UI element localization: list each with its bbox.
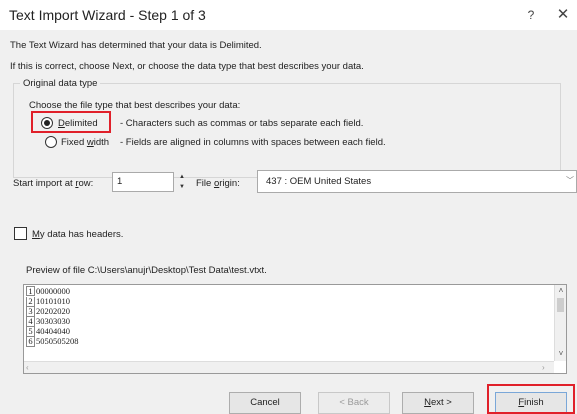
window-title: Text Import Wizard - Step 1 of 3 [9,7,206,23]
cancel-button[interactable]: Cancel [229,392,301,414]
preview-content: 1 00000000 2 10101010 3 20202020 4 30303030 … [26,286,551,360]
preview-row: 6 5050505208 [26,336,79,347]
close-button[interactable]: ✕ [552,5,574,25]
title-bar: Text Import Wizard - Step 1 of 3 ? ✕ [0,0,577,30]
instruction-message: If this is correct, choose Next, or choo… [10,61,364,72]
back-button[interactable]: < Back [318,392,390,414]
preview-row: 5 40404040 [26,326,70,337]
headers-checkbox[interactable] [14,227,27,240]
start-import-label: Start import at row: [13,178,93,189]
file-preview[interactable]: 1 00000000 2 10101010 3 20202020 4 30303030 … [23,284,567,374]
file-origin-select[interactable]: 437 : OEM United States [257,170,577,193]
row-value: 40404040 [36,326,70,336]
scroll-thumb[interactable] [557,298,564,312]
file-origin-label-lead: File [196,178,214,189]
row-value: 00000000 [36,286,70,296]
help-button[interactable]: ? [521,6,541,24]
headers-mnemonic: M [32,229,40,240]
file-type-prompt: Choose the file type that best describes… [29,100,241,111]
finish-highlight-box [487,384,575,414]
scroll-up-icon[interactable]: ˄ [555,285,566,297]
fixed-width-label-lead: Fixed [61,137,87,148]
chevron-down-icon[interactable]: ﹀ [566,174,576,188]
fixed-width-label[interactable]: Fixed width [61,137,109,148]
row-number: 1 [26,286,35,296]
start-row-spinner[interactable]: ▲ ▼ [177,172,187,192]
spin-up-icon[interactable]: ▲ [177,172,187,182]
preview-row: 1 00000000 [26,286,70,296]
preview-row: 4 30303030 [26,316,70,327]
file-origin-label-rest: rigin: [219,178,240,189]
preview-row: 3 20202020 [26,306,70,317]
headers-label[interactable]: My data has headers. [32,229,123,240]
next-label-rest: ext > [431,397,452,408]
row-value: 5050505208 [36,336,79,346]
fixed-width-description: - Fields are aligned in columns with spa… [120,137,386,148]
preview-label: Preview of file C:\Users\anujr\Desktop\T… [26,265,267,276]
file-origin-label: File origin: [196,178,240,189]
delimited-highlight-box [31,111,111,133]
row-value: 20202020 [36,306,70,316]
spin-down-icon[interactable]: ▼ [177,182,187,192]
fixed-width-radio[interactable] [45,136,57,148]
fixed-width-label-rest: idth [93,137,110,148]
scroll-down-icon[interactable]: ˅ [555,348,566,360]
detection-message: The Text Wizard has determined that your… [10,40,262,51]
preview-row: 2 10101010 [26,296,70,307]
wizard-dialog: The Text Wizard has determined that your… [0,30,577,414]
fixed-width-mnemonic: w [86,137,94,148]
start-import-label-lead: Start import at [13,178,76,189]
row-value: 10101010 [36,296,70,306]
scroll-right-icon[interactable]: › [542,362,552,373]
scroll-left-icon[interactable]: ‹ [26,362,36,373]
next-button[interactable]: Next > [402,392,474,414]
preview-vertical-scrollbar[interactable]: ˄ ˅ [554,285,566,361]
start-import-label-rest: ow: [78,178,94,189]
preview-horizontal-scrollbar[interactable]: ‹ › [24,361,554,373]
delimited-description: - Characters such as commas or tabs sepa… [120,118,364,129]
row-value: 30303030 [36,316,70,326]
start-row-input[interactable]: 1 [112,172,174,192]
next-mnemonic: N [424,397,431,408]
row-number: 6 [26,337,35,347]
group-legend: Original data type [20,78,101,89]
headers-label-rest: y data has headers. [39,229,124,240]
